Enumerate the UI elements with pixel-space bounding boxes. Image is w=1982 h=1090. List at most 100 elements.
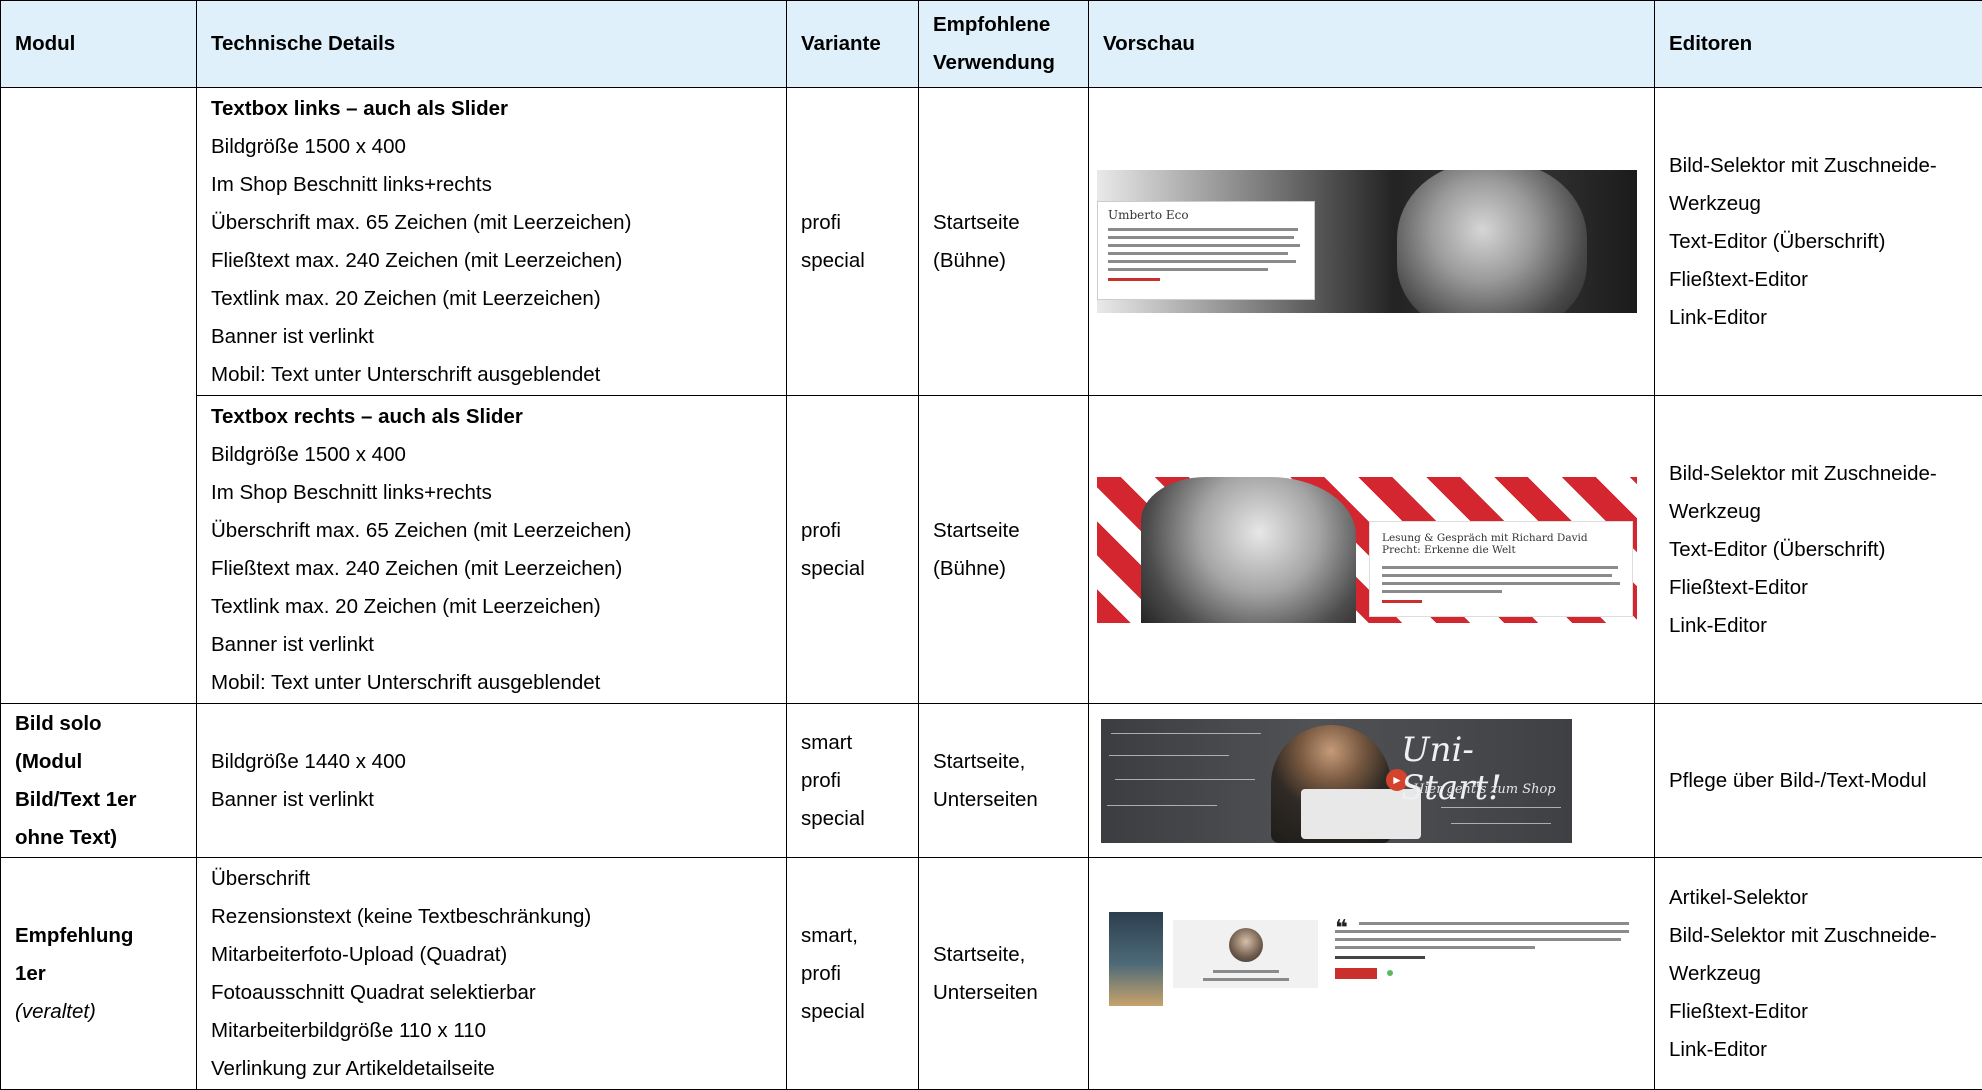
verwendung-line: Startseite — [933, 512, 1074, 550]
detail-line: Im Shop Beschnitt links+rechts — [211, 474, 772, 512]
detail-line: Bildgröße 1500 x 400 — [211, 128, 772, 166]
details-title: Textbox rechts – auch als Slider — [211, 398, 772, 436]
details-cell: Überschrift Rezensionstext (keine Textbe… — [197, 858, 787, 1090]
text-line-graphic — [1108, 252, 1288, 255]
detail-line: Mobil: Text unter Unterschrift ausgeblen… — [211, 356, 772, 394]
variante-line: smart — [801, 724, 904, 762]
book-cover-image — [1109, 912, 1163, 1006]
preview-image-precht: Lesung & Gespräch mit Richard David Prec… — [1097, 477, 1637, 623]
textbox-overlay: Lesung & Gespräch mit Richard David Prec… — [1369, 521, 1633, 617]
detail-line: Bildgröße 1500 x 400 — [211, 436, 772, 474]
table-row: Empfehlung 1er (veraltet) Überschrift Re… — [1, 858, 1982, 1090]
modul-note: (veraltet) — [15, 993, 182, 1031]
table-row: Bild solo (Modul Bild/Text 1er ohne Text… — [1, 704, 1982, 858]
text-line-graphic — [1335, 930, 1629, 933]
variante-cell: profi special — [787, 396, 919, 704]
variante-cell: smart profi special — [787, 704, 919, 858]
text-line-graphic — [1382, 566, 1618, 569]
portrait-photo — [1397, 170, 1587, 313]
quote-icon: ❝ — [1335, 918, 1348, 938]
detail-line: Im Shop Beschnitt links+rechts — [211, 166, 772, 204]
chalk-formula-graphic — [1109, 755, 1229, 756]
text-line-graphic — [1108, 268, 1268, 271]
variante-line: profi — [801, 512, 904, 550]
modul-line: Bild solo — [15, 705, 182, 743]
chalk-formula-graphic — [1115, 779, 1255, 780]
variante-line: special — [801, 800, 904, 838]
table-row: Textbox rechts – auch als Slider Bildgrö… — [1, 396, 1982, 704]
verwendung-cell: Startseite, Unterseiten — [919, 704, 1089, 858]
details-cell: Bildgröße 1440 x 400 Banner ist verlinkt — [197, 704, 787, 858]
detail-line: Bildgröße 1440 x 400 — [211, 743, 772, 781]
modul-cell: Empfehlung 1er (veraltet) — [1, 858, 197, 1090]
employee-card — [1173, 920, 1318, 988]
detail-line: Mitarbeiterbildgröße 110 x 110 — [211, 1012, 772, 1050]
preview-image-empfehlung: ❝ — [1097, 912, 1637, 1036]
detail-line: Mobil: Text unter Unterschrift ausgeblen… — [211, 664, 772, 702]
availability-dot-icon — [1387, 970, 1393, 976]
text-line-graphic — [1108, 236, 1294, 239]
variante-cell: smart, profi special — [787, 858, 919, 1090]
variante-line: special — [801, 550, 904, 588]
variante-line: profi — [801, 955, 904, 993]
verwendung-line: Startseite, — [933, 743, 1074, 781]
text-line-graphic — [1108, 244, 1300, 247]
header-empfohlene-verwendung: Empfohlene Verwendung — [919, 1, 1089, 88]
link-line-graphic — [1108, 278, 1160, 281]
text-line-graphic — [1382, 574, 1612, 577]
editoren-cell: Bild-Selektor mit Zuschneide- Werkzeug T… — [1655, 396, 1982, 704]
detail-line: Verlinkung zur Artikeldetailseite — [211, 1050, 772, 1088]
details-title: Textbox links – auch als Slider — [211, 90, 772, 128]
modul-cell: Bild solo (Modul Bild/Text 1er ohne Text… — [1, 704, 197, 858]
detail-line: Fließtext max. 240 Zeichen (mit Leerzeic… — [211, 242, 772, 280]
chalk-formula-graphic — [1451, 823, 1551, 824]
editoren-cell: Pflege über Bild-/Text-Modul — [1655, 704, 1982, 858]
portrait-photo — [1141, 477, 1356, 623]
editor-line: Text-Editor (Überschrift) — [1669, 531, 1968, 569]
editor-line: Werkzeug — [1669, 185, 1968, 223]
editor-line: Werkzeug — [1669, 493, 1968, 531]
preview-cell: Lesung & Gespräch mit Richard David Prec… — [1089, 396, 1655, 704]
header-modul: Modul — [1, 1, 197, 88]
table-row: Textbox links – auch als Slider Bildgröß… — [1, 88, 1982, 396]
verwendung-cell: Startseite, Unterseiten — [919, 858, 1089, 1090]
variante-line: profi — [801, 762, 904, 800]
verwendung-cell: Startseite (Bühne) — [919, 88, 1089, 396]
preview-cell: Umberto Eco — [1089, 88, 1655, 396]
verwendung-line: Unterseiten — [933, 781, 1074, 819]
variante-line: special — [801, 993, 904, 1031]
text-line-graphic — [1359, 922, 1629, 925]
modules-table: Modul Technische Details Variante Empfoh… — [0, 0, 1982, 1090]
modul-cell — [1, 88, 197, 704]
detail-line: Überschrift max. 65 Zeichen (mit Leerzei… — [211, 204, 772, 242]
detail-line: Fotoausschnitt Quadrat selektierbar — [211, 974, 772, 1012]
modul-line: Bild/Text 1er — [15, 781, 182, 819]
verwendung-line: Startseite, — [933, 936, 1074, 974]
verwendung-line: Startseite — [933, 204, 1074, 242]
chalk-formula-graphic — [1107, 805, 1217, 806]
detail-line: Banner ist verlinkt — [211, 781, 772, 819]
text-line-graphic — [1108, 260, 1296, 263]
editor-line: Fließtext-Editor — [1669, 569, 1968, 607]
detail-line: Banner ist verlinkt — [211, 318, 772, 356]
detail-line: Überschrift — [211, 860, 772, 898]
header-row: Modul Technische Details Variante Empfoh… — [1, 1, 1982, 88]
textbox-overlay: Umberto Eco — [1097, 201, 1315, 300]
link-line-graphic — [1382, 600, 1422, 603]
detail-line: Mitarbeiterfoto-Upload (Quadrat) — [211, 936, 772, 974]
editor-line: Bild-Selektor mit Zuschneide- — [1669, 917, 1968, 955]
text-line-graphic — [1382, 590, 1502, 593]
details-cell: Textbox links – auch als Slider Bildgröß… — [197, 88, 787, 396]
preview-caption: Lesung & Gespräch mit Richard David Prec… — [1382, 532, 1622, 556]
text-line-graphic — [1335, 956, 1425, 959]
price-button — [1335, 968, 1377, 979]
header-technische-details: Technische Details — [197, 1, 787, 88]
modul-line: 1er — [15, 955, 182, 993]
editor-line: Fließtext-Editor — [1669, 993, 1968, 1031]
detail-line: Überschrift max. 65 Zeichen (mit Leerzei… — [211, 512, 772, 550]
editor-line: Bild-Selektor mit Zuschneide- — [1669, 455, 1968, 493]
avatar — [1229, 928, 1263, 962]
preview-cell: ► Uni-Start! Hier geht's zum Shop — [1089, 704, 1655, 858]
editor-line: Artikel-Selektor — [1669, 879, 1968, 917]
editor-line: Text-Editor (Überschrift) — [1669, 223, 1968, 261]
